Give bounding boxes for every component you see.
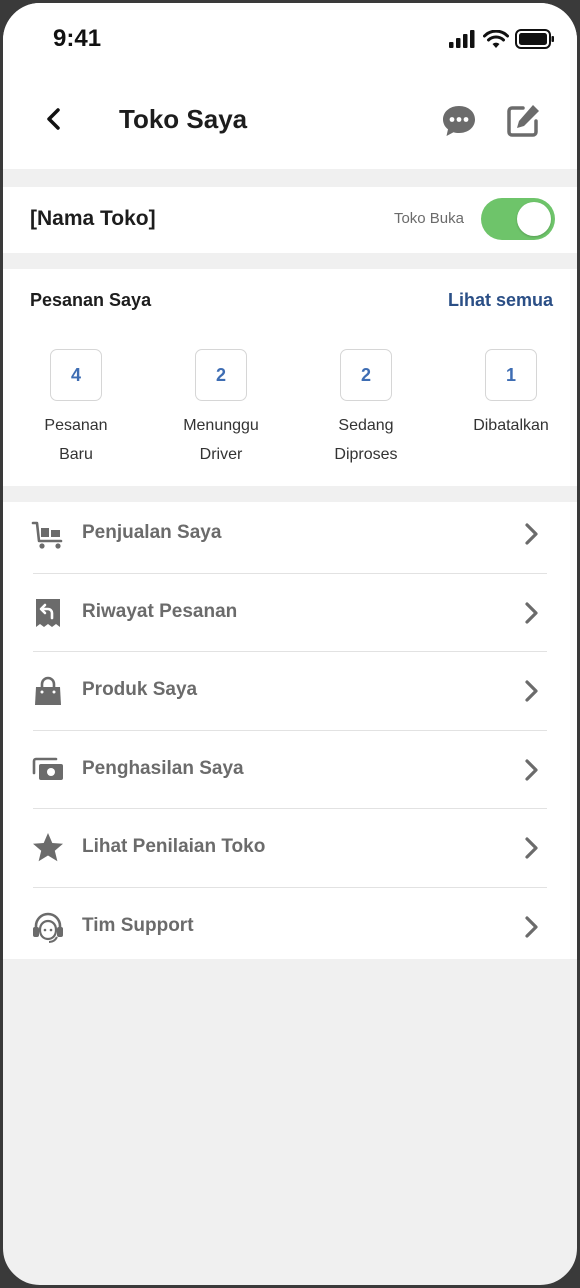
toggle-knob <box>517 202 551 236</box>
cart-icon <box>31 521 63 549</box>
store-name: [Nama Toko] <box>30 207 156 230</box>
header: 9:41 Toko Saya <box>3 3 577 169</box>
order-stat-label: Menunggu Driver <box>183 417 259 463</box>
order-stat-new[interactable]: 4 Pesanan Baru <box>16 349 136 469</box>
chevron-right-icon <box>525 523 538 545</box>
menu-item-products[interactable]: Produk Saya <box>3 659 577 737</box>
order-count-badge: 2 <box>195 349 247 401</box>
headset-icon <box>33 912 63 943</box>
see-all-link[interactable]: Lihat semua <box>448 290 553 311</box>
signal-icon <box>449 30 475 48</box>
menu-item-label: Riwayat Pesanan <box>82 601 238 622</box>
menu-item-label: Lihat Penilaian Toko <box>82 836 266 857</box>
order-count-badge: 4 <box>50 349 102 401</box>
status-time: 9:41 <box>53 25 102 52</box>
menu-item-label: Tim Support <box>82 915 194 936</box>
divider <box>33 730 547 731</box>
receipt-return-icon <box>36 599 60 627</box>
store-card: [Nama Toko] Toko Buka <box>3 187 577 253</box>
menu-item-label: Produk Saya <box>82 679 198 700</box>
order-stat-waiting-driver[interactable]: 2 Menunggu Driver <box>161 349 281 469</box>
menu-item-label: Penghasilan Saya <box>82 758 244 779</box>
chat-button[interactable] <box>439 101 479 141</box>
divider <box>33 573 547 574</box>
wifi-icon <box>483 29 509 48</box>
chevron-right-icon <box>525 916 538 938</box>
orders-title: Pesanan Saya <box>30 290 152 310</box>
menu-item-order-history[interactable]: Riwayat Pesanan <box>3 581 577 659</box>
edit-button[interactable] <box>503 101 543 141</box>
menu-item-earnings[interactable]: Penghasilan Saya <box>3 738 577 816</box>
chat-bubble-icon <box>443 106 475 136</box>
order-count-badge: 1 <box>485 349 537 401</box>
divider <box>33 887 547 888</box>
order-stat-label: Pesanan Baru <box>44 417 108 463</box>
order-stat-cancelled[interactable]: 1 Dibatalkan <box>451 349 571 440</box>
chevron-right-icon <box>525 759 538 781</box>
menu-item-label: Penjualan Saya <box>82 522 222 543</box>
divider <box>33 808 547 809</box>
divider <box>33 651 547 652</box>
chevron-right-icon <box>525 680 538 702</box>
chevron-right-icon <box>525 837 538 859</box>
store-status-label: Toko Buka <box>393 210 464 227</box>
menu-list: Penjualan Saya Riwayat Pesanan Produk Sa… <box>3 502 577 959</box>
status-icons <box>449 27 555 51</box>
chevron-right-icon <box>525 602 538 624</box>
menu-item-store-rating[interactable]: Lihat Penilaian Toko <box>3 816 577 894</box>
order-stat-label: Dibatalkan <box>473 417 549 434</box>
store-open-toggle[interactable] <box>481 198 555 240</box>
order-stat-processing[interactable]: 2 Sedang Diproses <box>306 349 426 469</box>
order-count-badge: 2 <box>340 349 392 401</box>
phone-frame: 9:41 Toko Saya [Nama Toko] Toko Buka Pes… <box>0 0 580 1288</box>
menu-item-support[interactable]: Tim Support <box>3 895 577 973</box>
chevron-left-icon <box>47 108 60 130</box>
shopping-bag-icon <box>35 676 61 705</box>
money-icon <box>32 757 63 780</box>
menu-item-sales[interactable]: Penjualan Saya <box>3 502 577 580</box>
orders-card: Pesanan Saya Lihat semua 4 Pesanan Baru 2… <box>3 269 577 486</box>
edit-icon <box>507 105 539 137</box>
page-title: Toko Saya <box>119 104 248 134</box>
star-icon <box>33 833 63 862</box>
order-stat-label: Sedang Diproses <box>334 417 398 463</box>
back-button[interactable] <box>33 99 73 139</box>
battery-icon <box>515 29 554 49</box>
